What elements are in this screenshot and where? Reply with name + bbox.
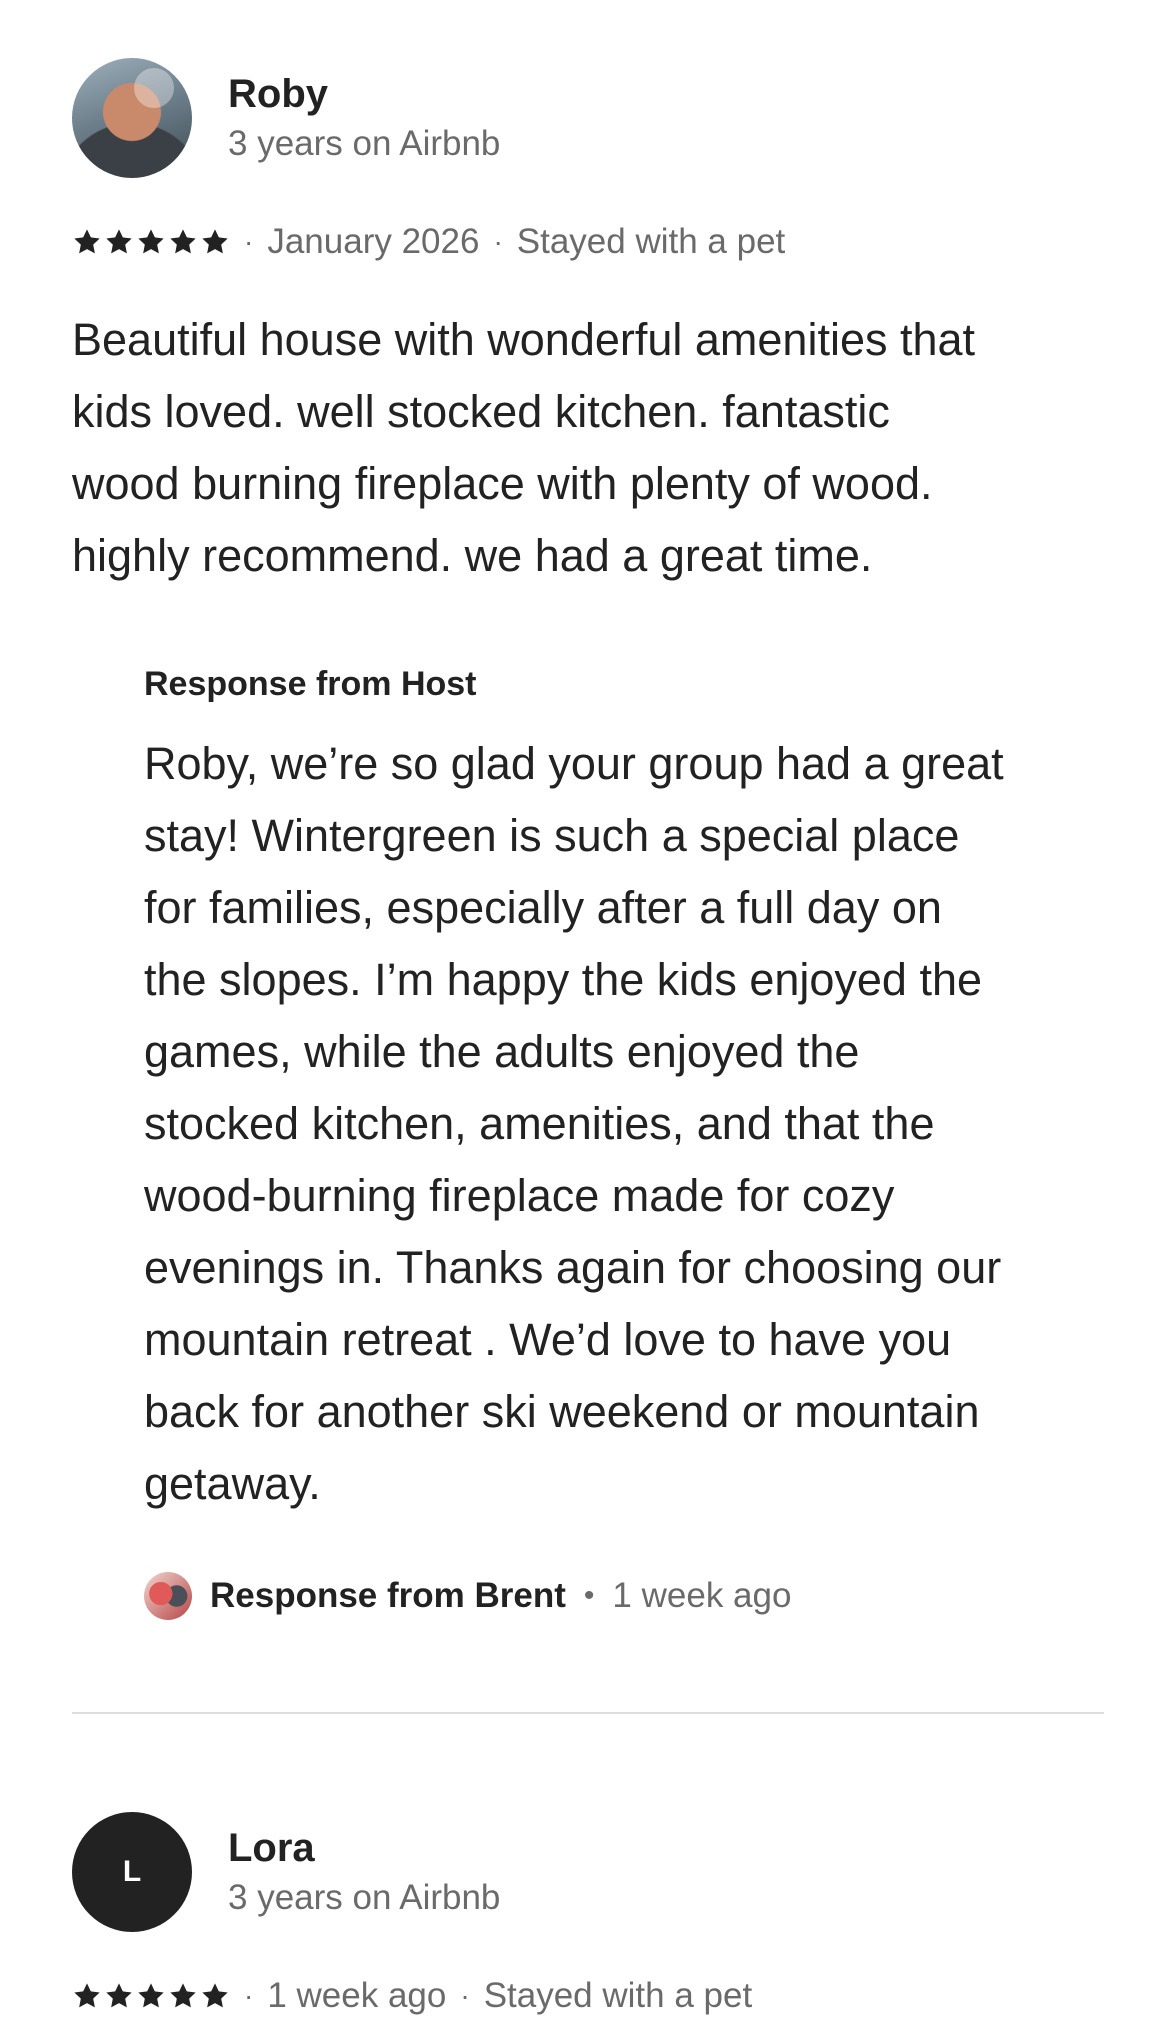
- review-date: January 2026: [267, 222, 480, 261]
- star-rating: [72, 1981, 230, 2011]
- host-byline-name: Response from Brent: [210, 1576, 566, 1615]
- star-icon: [74, 229, 100, 254]
- reviewer-tenure: 3 years on Airbnb: [228, 124, 501, 163]
- reviewer-avatar[interactable]: [72, 58, 192, 178]
- avatar-highlight: [134, 68, 174, 108]
- host-response-text: Roby, we’re so glad your group had a gre…: [144, 738, 1004, 1509]
- star-icon: [138, 1983, 164, 2008]
- host-response-title: Response from Host: [144, 665, 477, 703]
- rating-row: · January 2026 · Stayed with a pet: [72, 218, 1104, 266]
- review-card: L Lora 3 years on Airbnb · 1 week ago · …: [72, 1812, 1104, 2020]
- reviewer-header: L Lora 3 years on Airbnb: [72, 1812, 1104, 1932]
- star-icon: [74, 1983, 100, 2008]
- separator-dot: ·: [244, 1980, 254, 2011]
- trip-note: Stayed with a pet: [516, 222, 786, 261]
- separator-dot: ·: [244, 226, 254, 257]
- separator-dot: ·: [460, 1980, 470, 2011]
- reviewer-header: Roby 3 years on Airbnb: [72, 58, 1104, 178]
- byline-dot: •: [583, 1579, 595, 1612]
- host-byline: Response from Brent • 1 week ago: [144, 1572, 1104, 1620]
- rating-row: · 1 week ago · Stayed with a pet: [72, 1972, 1104, 2020]
- reviewer-name[interactable]: Lora: [228, 1824, 500, 1872]
- reviewer-avatar[interactable]: L: [72, 1812, 192, 1932]
- star-rating: [72, 227, 230, 257]
- star-icon: [202, 1983, 228, 2008]
- trip-note: Stayed with a pet: [483, 1976, 753, 2015]
- reviewer-name[interactable]: Roby: [228, 70, 500, 118]
- review-text: Beautiful house with wonderful amenities…: [72, 314, 976, 581]
- review-date: 1 week ago: [267, 1976, 447, 2015]
- star-icon: [106, 229, 132, 254]
- star-icon: [170, 1983, 196, 2008]
- star-icon: [138, 229, 164, 254]
- host-response-time: 1 week ago: [612, 1576, 792, 1615]
- review-card: Roby 3 years on Airbnb · January 2026 · …: [72, 58, 1104, 1620]
- separator-dot: ·: [493, 226, 503, 257]
- star-icon: [170, 229, 196, 254]
- review-divider: [72, 1712, 1104, 1714]
- star-icon: [202, 229, 228, 254]
- star-icon: [106, 1983, 132, 2008]
- reviewer-meta: Roby 3 years on Airbnb: [228, 70, 500, 166]
- host-avatar[interactable]: [144, 1572, 192, 1620]
- reviewer-tenure: 3 years on Airbnb: [228, 1878, 501, 1917]
- reviewer-meta: Lora 3 years on Airbnb: [228, 1824, 500, 1920]
- host-response: Response from Host Roby, we’re so glad y…: [144, 662, 1104, 1620]
